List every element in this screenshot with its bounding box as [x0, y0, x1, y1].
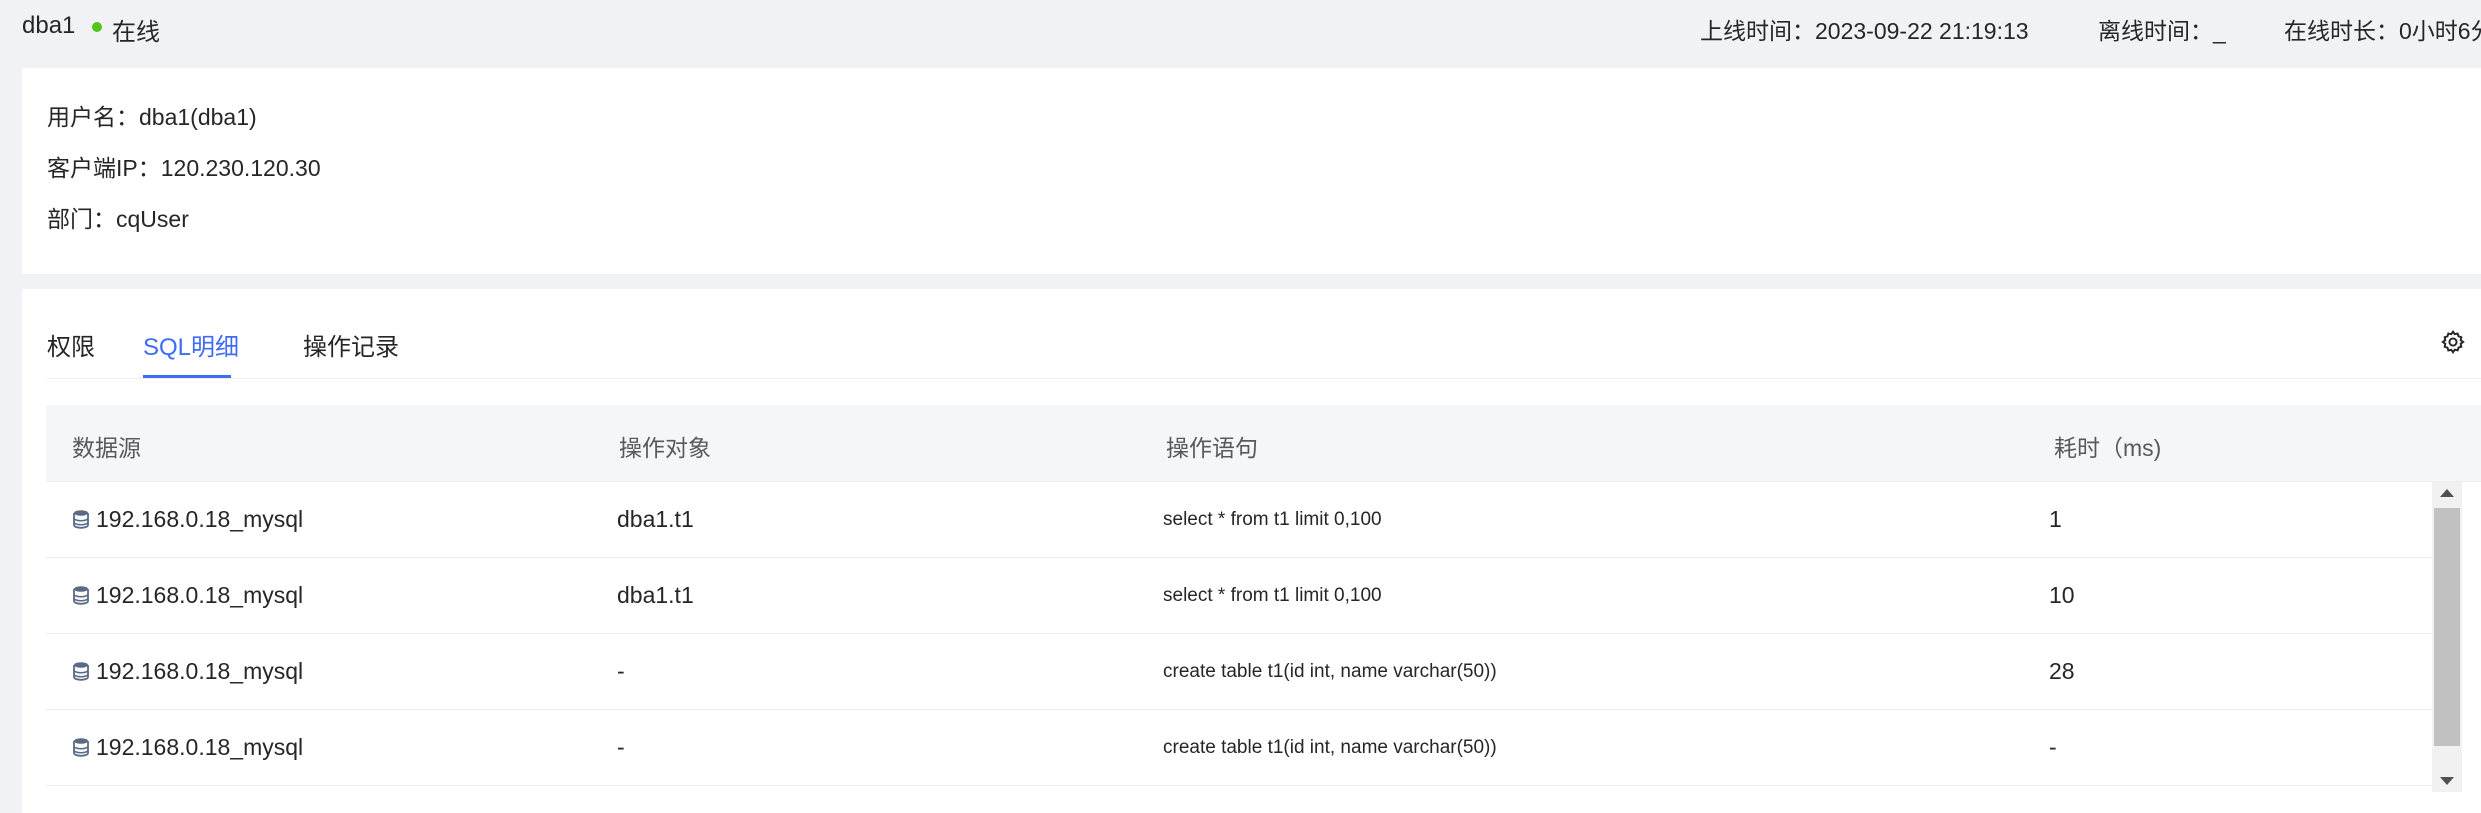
column-header-duration: 耗时（ms) — [2054, 435, 2162, 461]
cell-datasource: 192.168.0.18_mysql — [96, 506, 304, 532]
online-status-label: 在线 — [112, 19, 160, 46]
scroll-down-button[interactable] — [2432, 770, 2462, 792]
client-ip-field: 客户端IP：120.230.120.30 — [47, 155, 321, 181]
caret-down-icon — [2440, 777, 2454, 785]
cell-statement: select * from t1 limit 0,100 — [1163, 509, 1382, 530]
online-status-dot — [92, 22, 102, 32]
department-field: 部门：cqUser — [47, 206, 189, 232]
column-header-datasource: 数据源 — [72, 435, 141, 461]
cell-object: - — [617, 658, 625, 684]
database-icon — [73, 586, 89, 605]
tab-permissions[interactable]: 权限 — [47, 327, 95, 362]
cell-duration: 1 — [2049, 506, 2062, 532]
table-header: 数据源 操作对象 操作语句 耗时（ms) — [46, 405, 2481, 482]
cell-object: - — [617, 734, 625, 760]
database-icon — [73, 662, 89, 681]
online-time: 上线时间：2023-09-22 21:19:13 — [1700, 18, 2029, 44]
offline-time: 离线时间：_ — [2098, 18, 2226, 44]
tab-operation-log[interactable]: 操作记录 — [303, 327, 399, 362]
cell-duration: 10 — [2049, 582, 2075, 608]
database-icon — [73, 738, 89, 757]
table-scrollbar[interactable] — [2432, 482, 2462, 792]
table-row[interactable]: 192.168.0.18_mysql - create table t1(id … — [46, 634, 2432, 710]
detail-panel: 权限 SQL明细 操作记录 数据源 操作对象 操作语句 耗时（ms) 192.1… — [22, 289, 2481, 813]
detail-tabs: 权限 SQL明细 操作记录 — [47, 289, 2481, 379]
sql-details-table: 数据源 操作对象 操作语句 耗时（ms) 192.168.0.18_mysql … — [46, 405, 2481, 813]
user-info-card: 用户名：dba1(dba1) 客户端IP：120.230.120.30 部门：c… — [22, 68, 2481, 274]
table-row[interactable]: 192.168.0.18_mysql dba1.t1 select * from… — [46, 482, 2432, 558]
active-tab-indicator — [143, 375, 231, 378]
session-user-name: dba1 — [22, 12, 76, 39]
cell-duration: - — [2049, 734, 2057, 760]
column-header-statement: 操作语句 — [1166, 435, 1258, 461]
cell-statement: select * from t1 limit 0,100 — [1163, 585, 1382, 606]
cell-datasource: 192.168.0.18_mysql — [96, 582, 304, 608]
cell-statement: create table t1(id int, name varchar(50)… — [1163, 661, 1497, 682]
username-field: 用户名：dba1(dba1) — [47, 104, 257, 130]
table-row[interactable]: 192.168.0.18_mysql - create table t1(id … — [46, 710, 2432, 786]
database-icon — [73, 510, 89, 529]
scroll-up-button[interactable] — [2432, 482, 2462, 504]
caret-up-icon — [2440, 489, 2454, 497]
cell-object: dba1.t1 — [617, 582, 694, 608]
cell-statement: create table t1(id int, name varchar(50)… — [1163, 737, 1497, 758]
gear-icon[interactable] — [2440, 329, 2466, 355]
table-body: 192.168.0.18_mysql dba1.t1 select * from… — [46, 482, 2432, 813]
cell-datasource: 192.168.0.18_mysql — [96, 658, 304, 684]
online-duration: 在线时长：0小时6分 — [2284, 18, 2481, 44]
table-row[interactable]: 192.168.0.18_mysql dba1.t1 select * from… — [46, 558, 2432, 634]
cell-duration: 28 — [2049, 658, 2075, 684]
scrollbar-thumb[interactable] — [2434, 508, 2460, 746]
tab-sql-details[interactable]: SQL明细 — [143, 327, 239, 362]
column-header-object: 操作对象 — [619, 435, 711, 461]
cell-object: dba1.t1 — [617, 506, 694, 532]
session-header: dba1 在线 上线时间：2023-09-22 21:19:13 离线时间：_ … — [0, 0, 2481, 55]
cell-datasource: 192.168.0.18_mysql — [96, 734, 304, 760]
